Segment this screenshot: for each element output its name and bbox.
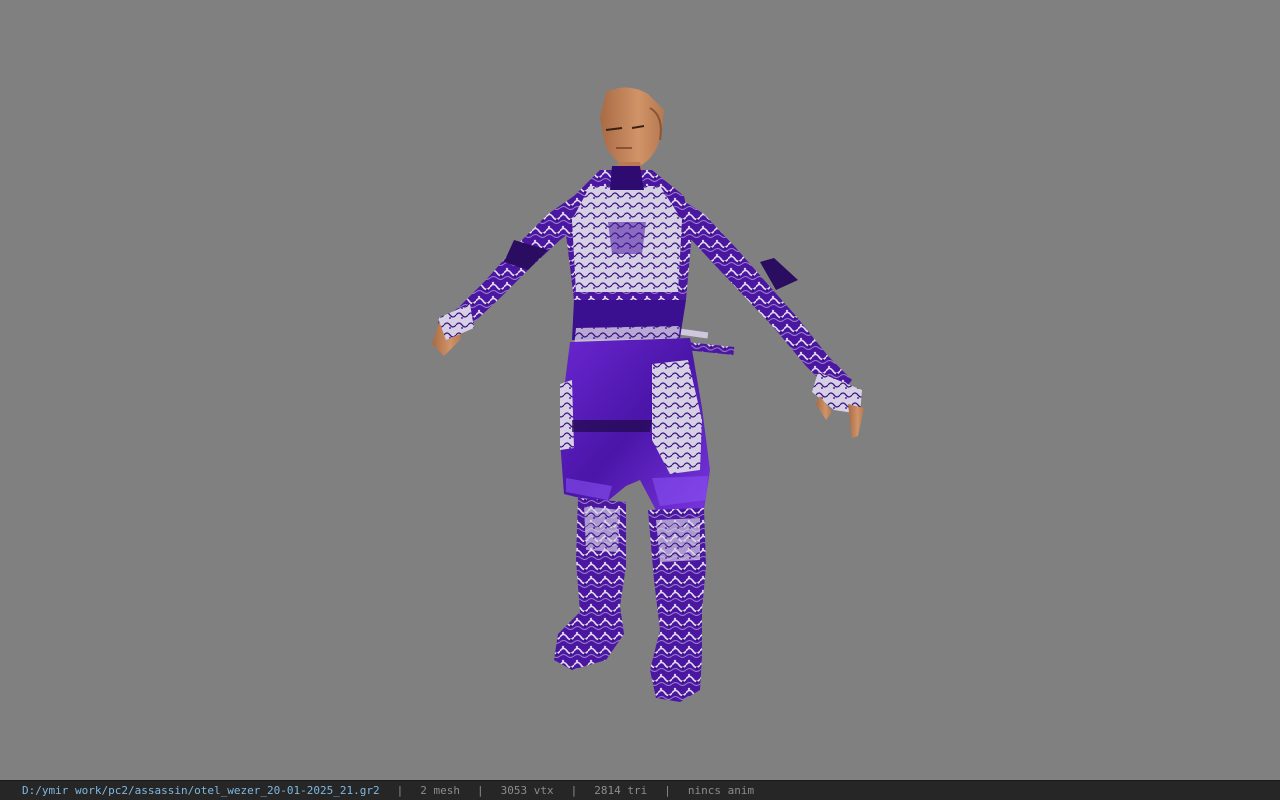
- model-right-arm: [676, 196, 864, 438]
- status-separator: |: [477, 784, 484, 797]
- status-separator: |: [570, 784, 578, 797]
- model-pants: [560, 338, 710, 514]
- model-left-arm: [432, 196, 584, 356]
- model-torso: [566, 166, 692, 300]
- 3d-viewport[interactable]: [0, 0, 1280, 780]
- status-bar: D:/ymir work/pc2/assassin/otel_wezer_20-…: [0, 780, 1280, 800]
- model-head: [600, 87, 664, 178]
- status-separator: |: [396, 784, 404, 797]
- character-model: [432, 87, 864, 702]
- file-path: D:/ymir work/pc2/assassin/otel_wezer_20-…: [22, 784, 380, 797]
- vertex-count: 3053 vtx: [500, 784, 554, 797]
- triangle-count: 2814 tri: [594, 784, 648, 797]
- model-right-boot: [648, 508, 706, 702]
- model-left-boot: [554, 498, 626, 670]
- mesh-count: 2 mesh: [420, 784, 460, 797]
- animation-status: nincs anim: [687, 784, 755, 797]
- status-separator: |: [664, 784, 671, 797]
